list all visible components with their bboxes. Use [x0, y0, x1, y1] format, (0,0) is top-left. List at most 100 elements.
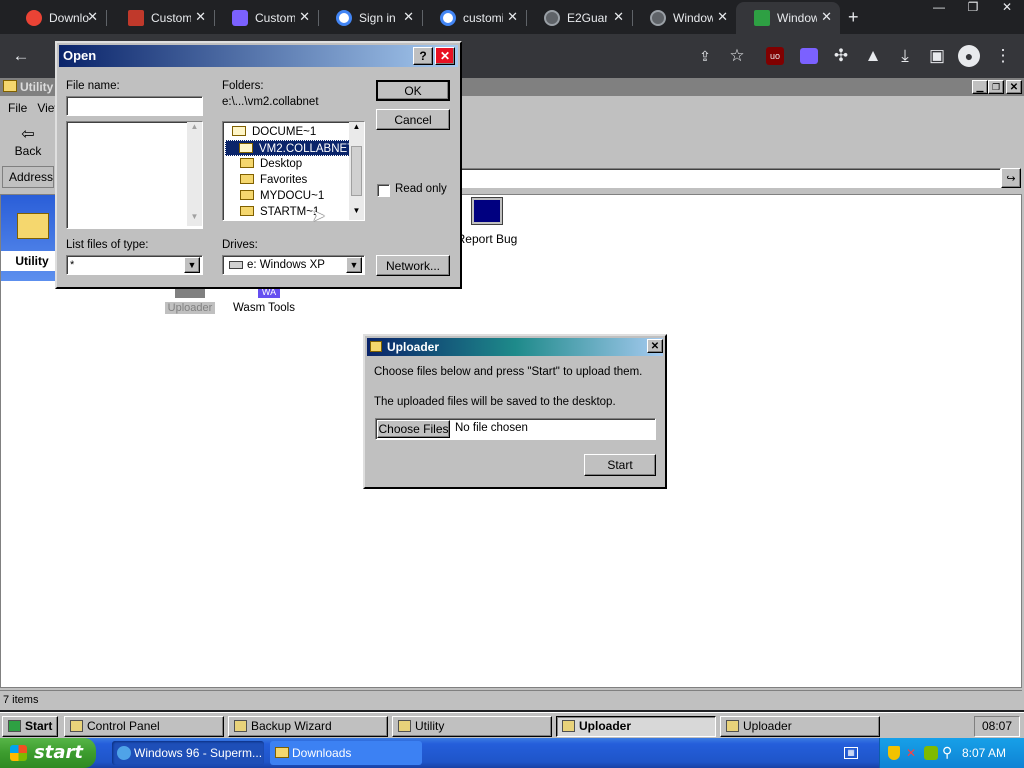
labs-flask-icon[interactable]: ▲: [862, 45, 884, 67]
help-icon[interactable]: ?: [413, 47, 433, 65]
minimize-icon[interactable]: —: [922, 0, 956, 18]
scroll-down-icon[interactable]: ▼: [187, 212, 202, 226]
read-only-checkbox[interactable]: [377, 184, 390, 197]
scroll-up-icon[interactable]: ▲: [187, 122, 202, 136]
uploader-icon-label[interactable]: Uploader: [165, 302, 215, 314]
folder-tree-scrollbar[interactable]: ▲ ▼: [349, 122, 364, 220]
tab-title: E2Guardian: [567, 11, 607, 25]
taskbar-item[interactable]: Control Panel: [64, 716, 224, 737]
browser-tab[interactable]: Sign in ✕: [318, 2, 423, 34]
share-icon[interactable]: ⇪: [694, 45, 716, 67]
file-type-select[interactable]: * ▼: [66, 255, 203, 275]
open-dialog-title: Open: [59, 45, 458, 67]
browser-tab[interactable]: Downloads✕: [8, 2, 107, 34]
browser-tab[interactable]: E2Guardian ✕: [526, 2, 633, 34]
taskbar-item[interactable]: Utility: [392, 716, 552, 737]
ok-button[interactable]: OK: [376, 80, 450, 101]
read-only-label: Read only: [395, 183, 447, 195]
network-error-icon[interactable]: ✕: [906, 746, 920, 760]
tray-app-icon[interactable]: [924, 746, 938, 760]
xp-taskbar-item-active[interactable]: Windows 96 - Superm...: [112, 741, 264, 765]
close-window-icon[interactable]: ✕: [990, 0, 1024, 18]
explorer-title: Utility: [20, 80, 54, 94]
folder-tree[interactable]: DOCUME~1 VM2.COLLABNET Desktop Favorites…: [222, 121, 365, 221]
taskbar-item[interactable]: Backup Wizard: [228, 716, 388, 737]
close-uploader-icon[interactable]: ✕: [647, 339, 663, 353]
choose-files-button[interactable]: Choose Files: [377, 420, 450, 438]
close-tab-icon[interactable]: ✕: [507, 9, 518, 25]
close-tab-icon[interactable]: ✕: [87, 9, 98, 25]
file-name-input[interactable]: [66, 96, 203, 116]
wasm-tools-label[interactable]: Wasm Tools: [232, 302, 296, 314]
browser-tab[interactable]: Customize ✕: [110, 2, 215, 34]
scroll-up-icon[interactable]: ▲: [349, 122, 364, 136]
puzzle-icon[interactable]: ✣: [830, 45, 852, 67]
file-list-scrollbar[interactable]: ▲ ▼: [187, 122, 202, 226]
close-tab-icon[interactable]: ✕: [195, 9, 206, 25]
network-button[interactable]: Network...: [376, 255, 450, 276]
folder-item[interactable]: STARTM~1: [237, 204, 322, 220]
back-button[interactable]: ⇦ Back: [8, 124, 48, 164]
browser-tab[interactable]: Customize ✕: [214, 2, 319, 34]
start-upload-button[interactable]: Start: [584, 454, 656, 476]
drive-value: e: Windows XP: [247, 259, 325, 271]
security-shield-icon[interactable]: [888, 746, 900, 760]
explorer-close-button[interactable]: ✕: [1006, 80, 1022, 94]
report-bug-label[interactable]: Report Bug: [456, 232, 518, 246]
cancel-button[interactable]: Cancel: [376, 109, 450, 130]
close-tab-icon[interactable]: ✕: [403, 9, 414, 25]
scroll-down-icon[interactable]: ▼: [349, 206, 364, 220]
address-field[interactable]: [456, 168, 1001, 188]
browser-tab-active[interactable]: Windows ✕: [736, 2, 840, 34]
download-icon[interactable]: ⤓: [894, 45, 916, 67]
new-tab-icon[interactable]: +: [848, 7, 859, 28]
profile-avatar-icon[interactable]: ●: [958, 45, 980, 67]
xp-start-button[interactable]: start: [0, 738, 96, 768]
restore-icon[interactable]: ❐: [956, 0, 990, 18]
drives-select[interactable]: e: Windows XP ▼: [222, 255, 365, 275]
menu-file[interactable]: File: [8, 97, 27, 119]
go-arrow-icon[interactable]: ↪: [1001, 168, 1021, 188]
search-icon[interactable]: ⚲: [942, 744, 952, 760]
close-dialog-icon[interactable]: ✕: [435, 47, 455, 65]
folder-item-selected[interactable]: VM2.COLLABNET: [225, 140, 359, 156]
folder-item[interactable]: Favorites: [237, 172, 310, 188]
chevron-down-icon[interactable]: ▼: [346, 257, 362, 273]
bookmark-star-icon[interactable]: ☆: [726, 45, 748, 67]
ublock-icon[interactable]: uo: [766, 47, 784, 65]
folder-item[interactable]: Desktop: [237, 156, 305, 172]
browser-tab[interactable]: customize ✕: [422, 2, 527, 34]
google-icon: [336, 10, 352, 26]
browser-tab[interactable]: Windows ✕: [632, 2, 736, 34]
explorer-restore-button[interactable]: ❐: [988, 80, 1004, 94]
extension-icon[interactable]: [800, 48, 818, 64]
computer-icon[interactable]: [472, 198, 502, 224]
xp-taskbar-item[interactable]: Downloads: [270, 741, 422, 765]
back-arrow-icon[interactable]: ←: [10, 45, 32, 67]
file-input[interactable]: Choose Files No file chosen: [375, 418, 656, 440]
folder-name: DOCUME~1: [252, 126, 317, 138]
folder-item[interactable]: DOCUME~1: [229, 124, 319, 140]
list-files-type-label: List files of type:: [66, 239, 149, 251]
taskbar-item-active[interactable]: Uploader: [556, 716, 716, 737]
start-label: start: [34, 742, 83, 763]
scroll-thumb[interactable]: [351, 146, 362, 196]
folder-item[interactable]: MYDOCU~1: [237, 188, 327, 204]
file-list[interactable]: ▲ ▼: [66, 121, 203, 229]
explorer-menu-bar: File View: [0, 97, 63, 119]
keyboard-icon[interactable]: ▦: [844, 747, 858, 759]
tab-title: Windows: [673, 11, 713, 25]
close-tab-icon[interactable]: ✕: [299, 9, 310, 25]
folders-label: Folders:: [222, 80, 264, 92]
side-panel-icon[interactable]: ▣: [926, 45, 948, 67]
close-tab-icon[interactable]: ✕: [821, 9, 832, 25]
explorer-minimize-button[interactable]: ▁: [972, 80, 988, 94]
menu-kebab-icon[interactable]: ⋮: [992, 45, 1014, 67]
close-tab-icon[interactable]: ✕: [613, 9, 624, 25]
chevron-down-icon[interactable]: ▼: [184, 257, 200, 273]
no-file-chosen-label: No file chosen: [455, 422, 528, 434]
taskbar-item-label: Utility: [415, 719, 445, 733]
taskbar-item[interactable]: Uploader: [720, 716, 880, 737]
win98-start-button[interactable]: Start: [2, 716, 58, 737]
close-tab-icon[interactable]: ✕: [717, 9, 728, 25]
